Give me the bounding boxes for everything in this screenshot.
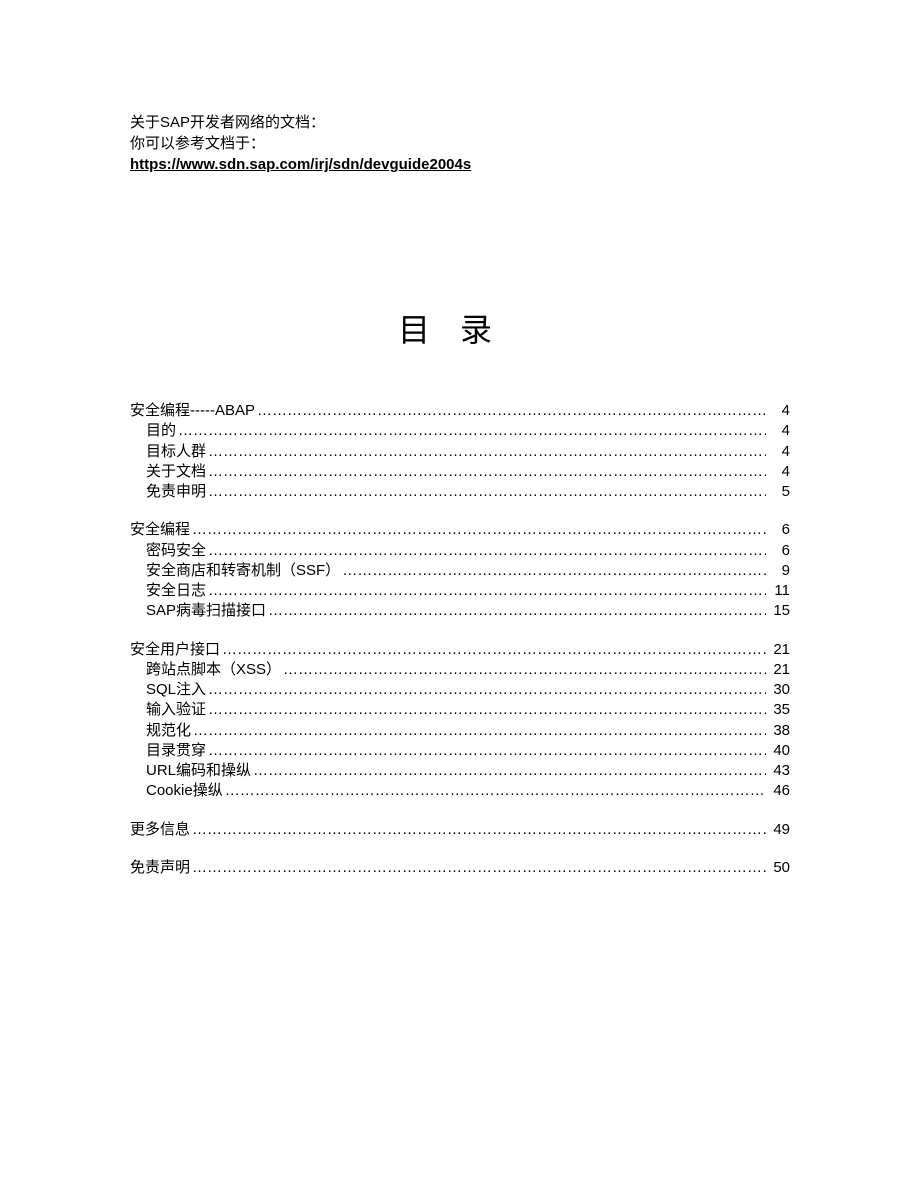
toc-dots [253, 761, 766, 781]
toc-section: 免责声明 50 [130, 858, 790, 878]
toc-dots [208, 541, 766, 561]
toc-dots [178, 421, 766, 441]
toc-row: 安全编程 6 [130, 520, 790, 540]
toc-row: 跨站点脚本（XSS） 21 [130, 660, 790, 680]
toc-label: URL编码和操纵 [146, 761, 251, 781]
toc-dots [208, 581, 766, 601]
toc-label: 免责申明 [146, 482, 206, 502]
toc-label: 输入验证 [146, 700, 206, 720]
toc-dots [208, 482, 766, 502]
toc-page-number: 49 [768, 820, 790, 840]
toc-row: 更多信息 49 [130, 820, 790, 840]
toc-row: 安全日志 11 [130, 581, 790, 601]
toc-container: 安全编程-----ABAP4目的4目标人群4关于文档4免责申明5安全编程6密码安… [130, 401, 790, 878]
toc-row: Cookie操纵 46 [130, 781, 790, 801]
toc-label: SAP病毒扫描接口 [146, 601, 266, 621]
toc-dots [257, 401, 766, 421]
toc-page-number: 4 [768, 401, 790, 421]
toc-row: 密码安全 6 [130, 541, 790, 561]
toc-page-number: 4 [768, 442, 790, 462]
toc-page-number: 15 [768, 601, 790, 621]
toc-label: 目的 [146, 421, 176, 441]
header-line-1: 关于SAP开发者网络的文档： [130, 112, 790, 133]
toc-dots [222, 640, 766, 660]
toc-section: 安全编程-----ABAP 4 目的 4 目标人群 4 关于文档 4 免责申明 5 [130, 401, 790, 502]
toc-title: 目录 [130, 305, 790, 351]
toc-dots [342, 561, 766, 581]
toc-label: 跨站点脚本（XSS） [146, 660, 281, 680]
toc-row: 安全编程-----ABAP 4 [130, 401, 790, 421]
toc-dots [208, 462, 766, 482]
toc-page-number: 11 [768, 581, 790, 601]
toc-dots [208, 680, 766, 700]
toc-label: 安全编程 [130, 520, 190, 540]
toc-row: 目的 4 [130, 421, 790, 441]
toc-page-number: 21 [768, 660, 790, 680]
toc-page-number: 30 [768, 680, 790, 700]
toc-label: 关于文档 [146, 462, 206, 482]
toc-dots [268, 601, 766, 621]
toc-page-number: 5 [768, 482, 790, 502]
toc-label: Cookie操纵 [146, 781, 223, 801]
header-link[interactable]: https://www.sdn.sap.com/irj/sdn/devguide… [130, 156, 471, 173]
toc-dots [193, 721, 766, 741]
toc-row: 规范化 38 [130, 721, 790, 741]
toc-row: 关于文档 4 [130, 462, 790, 482]
toc-page-number: 46 [768, 781, 790, 801]
toc-page-number: 35 [768, 700, 790, 720]
toc-page-number: 50 [768, 858, 790, 878]
toc-dots [192, 858, 766, 878]
toc-page-number: 9 [768, 561, 790, 581]
toc-page-number: 4 [768, 421, 790, 441]
header-line-2: 你可以参考文档于： [130, 133, 790, 154]
toc-page-number: 6 [768, 520, 790, 540]
toc-row: URL编码和操纵 43 [130, 761, 790, 781]
toc-dots [192, 820, 766, 840]
toc-section: 更多信息 49 [130, 820, 790, 840]
toc-dots [225, 781, 766, 801]
toc-label: 目录贯穿 [146, 741, 206, 761]
toc-section: 安全用户接口21跨站点脚本（XSS）21SQL注入30输入验证35规范化38目录… [130, 640, 790, 802]
toc-label: 更多信息 [130, 820, 190, 840]
toc-row: 安全用户接口 21 [130, 640, 790, 660]
toc-label: 安全日志 [146, 581, 206, 601]
toc-dots [208, 700, 766, 720]
toc-page-number: 40 [768, 741, 790, 761]
toc-section: 安全编程6密码安全6安全商店和转寄机制（SSF）9安全日志11SAP病毒扫描接口… [130, 520, 790, 621]
toc-label: 安全商店和转寄机制（SSF） [146, 561, 340, 581]
toc-dots [283, 660, 766, 680]
toc-label: 规范化 [146, 721, 191, 741]
document-page: 关于SAP开发者网络的文档： 你可以参考文档于： https://www.sdn… [0, 0, 920, 878]
toc-page-number: 38 [768, 721, 790, 741]
toc-row: 免责申明 5 [130, 482, 790, 502]
toc-dots [192, 520, 766, 540]
toc-row: 目录贯穿 40 [130, 741, 790, 761]
toc-page-number: 21 [768, 640, 790, 660]
toc-label: 免责声明 [130, 858, 190, 878]
toc-row: 免责声明 50 [130, 858, 790, 878]
toc-page-number: 43 [768, 761, 790, 781]
toc-row: 输入验证 35 [130, 700, 790, 720]
toc-label: SQL注入 [146, 680, 206, 700]
toc-dots [208, 442, 766, 462]
toc-label: 安全用户接口 [130, 640, 220, 660]
toc-row: SQL注入 30 [130, 680, 790, 700]
header-block: 关于SAP开发者网络的文档： 你可以参考文档于： https://www.sdn… [130, 112, 790, 175]
toc-row: 目标人群 4 [130, 442, 790, 462]
toc-page-number: 4 [768, 462, 790, 482]
toc-dots [208, 741, 766, 761]
toc-row: 安全商店和转寄机制（SSF） 9 [130, 561, 790, 581]
toc-label: 目标人群 [146, 442, 206, 462]
toc-row: SAP病毒扫描接口 15 [130, 601, 790, 621]
toc-label: 密码安全 [146, 541, 206, 561]
toc-label: 安全编程-----ABAP [130, 401, 255, 421]
toc-page-number: 6 [768, 541, 790, 561]
